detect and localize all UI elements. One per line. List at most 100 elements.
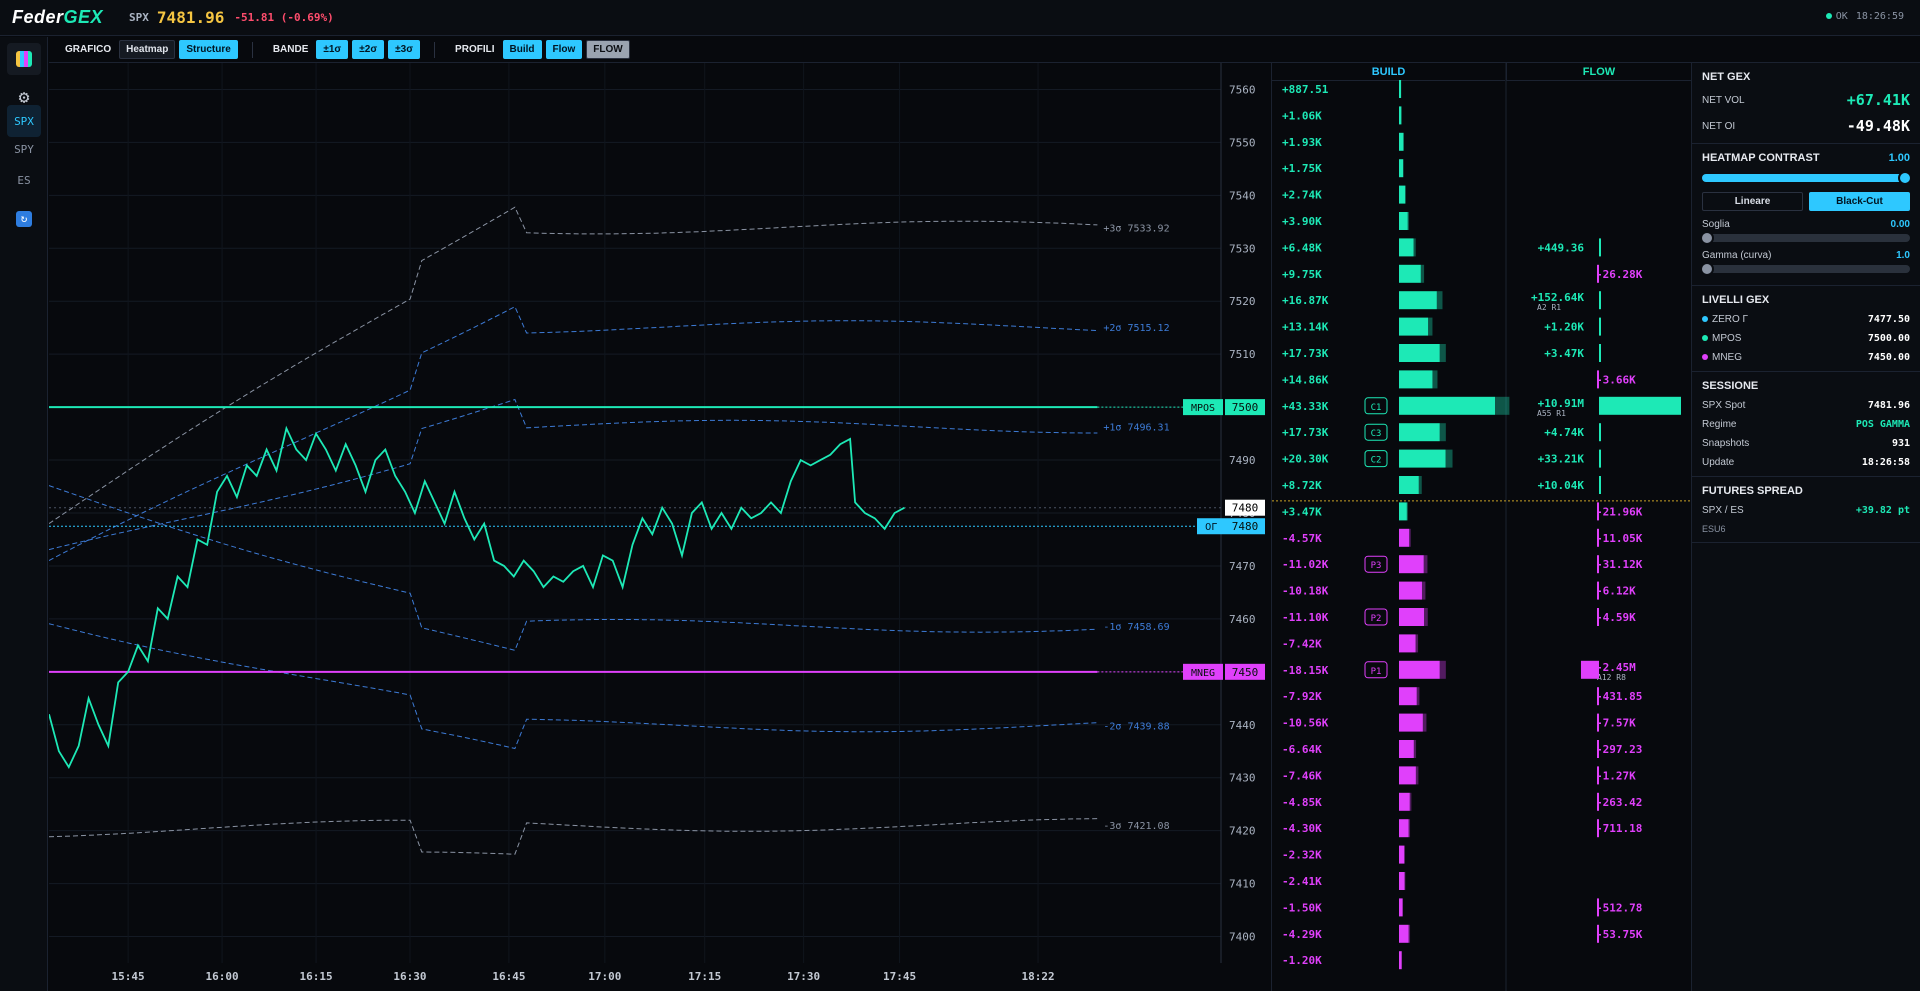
zero-label: ZERO Γ (1712, 314, 1749, 325)
build-bar (1399, 238, 1414, 257)
divider (251, 41, 253, 58)
soglia-slider[interactable] (1700, 231, 1910, 245)
build-bar (1399, 423, 1440, 442)
y-tick-label: 7410 (1229, 878, 1256, 891)
spread-value: +39.82 pt (1855, 505, 1910, 516)
build-button[interactable]: Build (502, 40, 542, 59)
refresh-icon: ↻ (16, 211, 32, 227)
build-bar-shadow (1402, 898, 1404, 917)
spread-label: SPX / ES (1702, 505, 1744, 516)
chart-nav-button[interactable] (7, 43, 41, 75)
net-gex-title: NET GEX (1702, 71, 1751, 83)
soglia-label: Soglia (1702, 219, 1730, 230)
build-bar-shadow (1423, 555, 1428, 574)
sessione-title: SESSIONE (1702, 380, 1759, 392)
flow-sub-label: A12 R8 (1597, 673, 1626, 682)
black-cut-button[interactable]: Black-Cut (1809, 192, 1910, 211)
flow-mode-button[interactable]: FLOW (586, 40, 630, 59)
y-tick-label: 7490 (1229, 454, 1256, 467)
band-2sigma-button[interactable]: ±2σ (352, 40, 385, 59)
structure-button[interactable]: Structure (179, 40, 238, 59)
lineare-button[interactable]: Lineare (1702, 192, 1803, 211)
price-chart[interactable]: 7560 7550 7540 7530 7520 7510 7500 7490 7480 7470… (49, 63, 1270, 991)
build-bar-shadow (1415, 766, 1419, 785)
flow-value: +3.47K (1544, 347, 1584, 360)
y-tick-label: 7420 (1229, 825, 1256, 838)
band-1sigma-button[interactable]: ±1σ (316, 40, 349, 59)
ticker-symbol: SPX (129, 11, 149, 24)
build-bar (1399, 344, 1440, 362)
flow-value: -431.85 (1596, 690, 1642, 703)
sidebar-item-spy[interactable]: SPY (7, 133, 41, 165)
build-value: -11.10K (1282, 611, 1329, 624)
y-tick-label: 7400 (1229, 931, 1256, 944)
build-bar (1399, 581, 1422, 600)
heatmap-button[interactable]: Heatmap (119, 40, 176, 59)
sigma-band-label: +2σ 7515.12 (1103, 323, 1169, 334)
flow-value: -11.05K (1596, 532, 1643, 545)
build-value: +8.72K (1282, 479, 1322, 492)
x-tick-label: 18:22 (1021, 970, 1054, 983)
y-tick-label: 7540 (1229, 189, 1256, 202)
build-bar (1399, 317, 1429, 336)
build-bar (1399, 608, 1425, 626)
refresh-button[interactable]: ↻ (7, 203, 41, 235)
zero-dot-icon (1702, 316, 1708, 322)
livelli-gex-section: LIVELLI GEX ZERO Γ 7477.50 MPOS 7500.00 MN… (1692, 286, 1920, 372)
build-value: +43.33K (1282, 400, 1329, 413)
build-value: -4.57K (1282, 532, 1322, 545)
build-tag: P1 (1371, 667, 1382, 677)
mpos-label: MPOS (1712, 333, 1742, 344)
flow-value: -297.23 (1596, 743, 1642, 756)
flow-bar (1597, 792, 1599, 811)
y-tick-label: 7470 (1229, 560, 1256, 573)
build-bar-shadow (1439, 344, 1446, 362)
sigma-band-label: +3σ 7533.92 (1103, 224, 1169, 235)
profiles-panel: BUILD FLOW +887.51 +1.06K +1.93K +1.75K +2.7… (1271, 63, 1691, 991)
build-tag: P2 (1371, 614, 1382, 624)
flow-value: -4.59K (1596, 611, 1636, 624)
flow-bar (1599, 238, 1601, 257)
build-value: +1.75K (1282, 162, 1322, 175)
build-bar-shadow (1413, 238, 1416, 257)
flow-value: -711.18 (1596, 822, 1642, 835)
toolbar: GRAFICO Heatmap Structure BANDE ±1σ ±2σ … (49, 37, 1920, 63)
flow-bar (1599, 423, 1601, 442)
contrast-slider[interactable] (1702, 171, 1912, 185)
flow-bar (1599, 396, 1681, 415)
top-bar: FederGEX SPX 7481.96 -51.81 (-0.69%) OK 1… (0, 0, 1920, 36)
net-vol-label: NET VOL (1702, 94, 1745, 106)
build-bar (1399, 898, 1403, 917)
flow-value: +33.21K (1538, 453, 1585, 466)
slider-handle[interactable] (1700, 262, 1714, 276)
spot-value: 7481.96 (1867, 400, 1910, 411)
build-bar (1399, 660, 1440, 679)
chart-icon (16, 51, 32, 67)
build-value: +17.73K (1282, 426, 1329, 439)
slider-handle[interactable] (1700, 231, 1714, 245)
build-value: -2.32K (1282, 849, 1322, 862)
build-bar-shadow (1428, 317, 1433, 336)
x-tick-label: 17:45 (883, 970, 916, 983)
profiles-svg: +887.51 +1.06K +1.93K +1.75K +2.74K +3.90K +6.… (1272, 63, 1691, 991)
slider-handle[interactable] (1898, 171, 1912, 185)
band-3sigma-button[interactable]: ±3σ (388, 40, 421, 59)
gamma-slider[interactable] (1700, 262, 1910, 276)
build-value: +3.90K (1282, 215, 1322, 228)
build-bar-shadow (1403, 159, 1404, 178)
info-panel: NET GEX NET VOL +67.41K NET OI -49.48K HEA… (1691, 63, 1920, 991)
sidebar-item-es[interactable]: ES (7, 164, 41, 196)
x-tick-label: 16:00 (206, 970, 239, 983)
build-bar (1399, 845, 1405, 864)
build-value: -2.41K (1282, 875, 1322, 888)
build-value: +20.30K (1282, 453, 1329, 466)
build-bar-shadow (1432, 370, 1438, 389)
build-bar (1399, 634, 1416, 653)
gamma-value: 1.0 (1896, 250, 1910, 261)
flow-button[interactable]: Flow (545, 40, 583, 59)
build-value: -7.92K (1282, 690, 1322, 703)
mpos-value: 7500.00 (1867, 333, 1910, 344)
x-tick-label: 16:30 (393, 970, 426, 983)
build-value: -1.50K (1282, 901, 1322, 914)
spot-tag-label: 7480 (1232, 502, 1259, 515)
